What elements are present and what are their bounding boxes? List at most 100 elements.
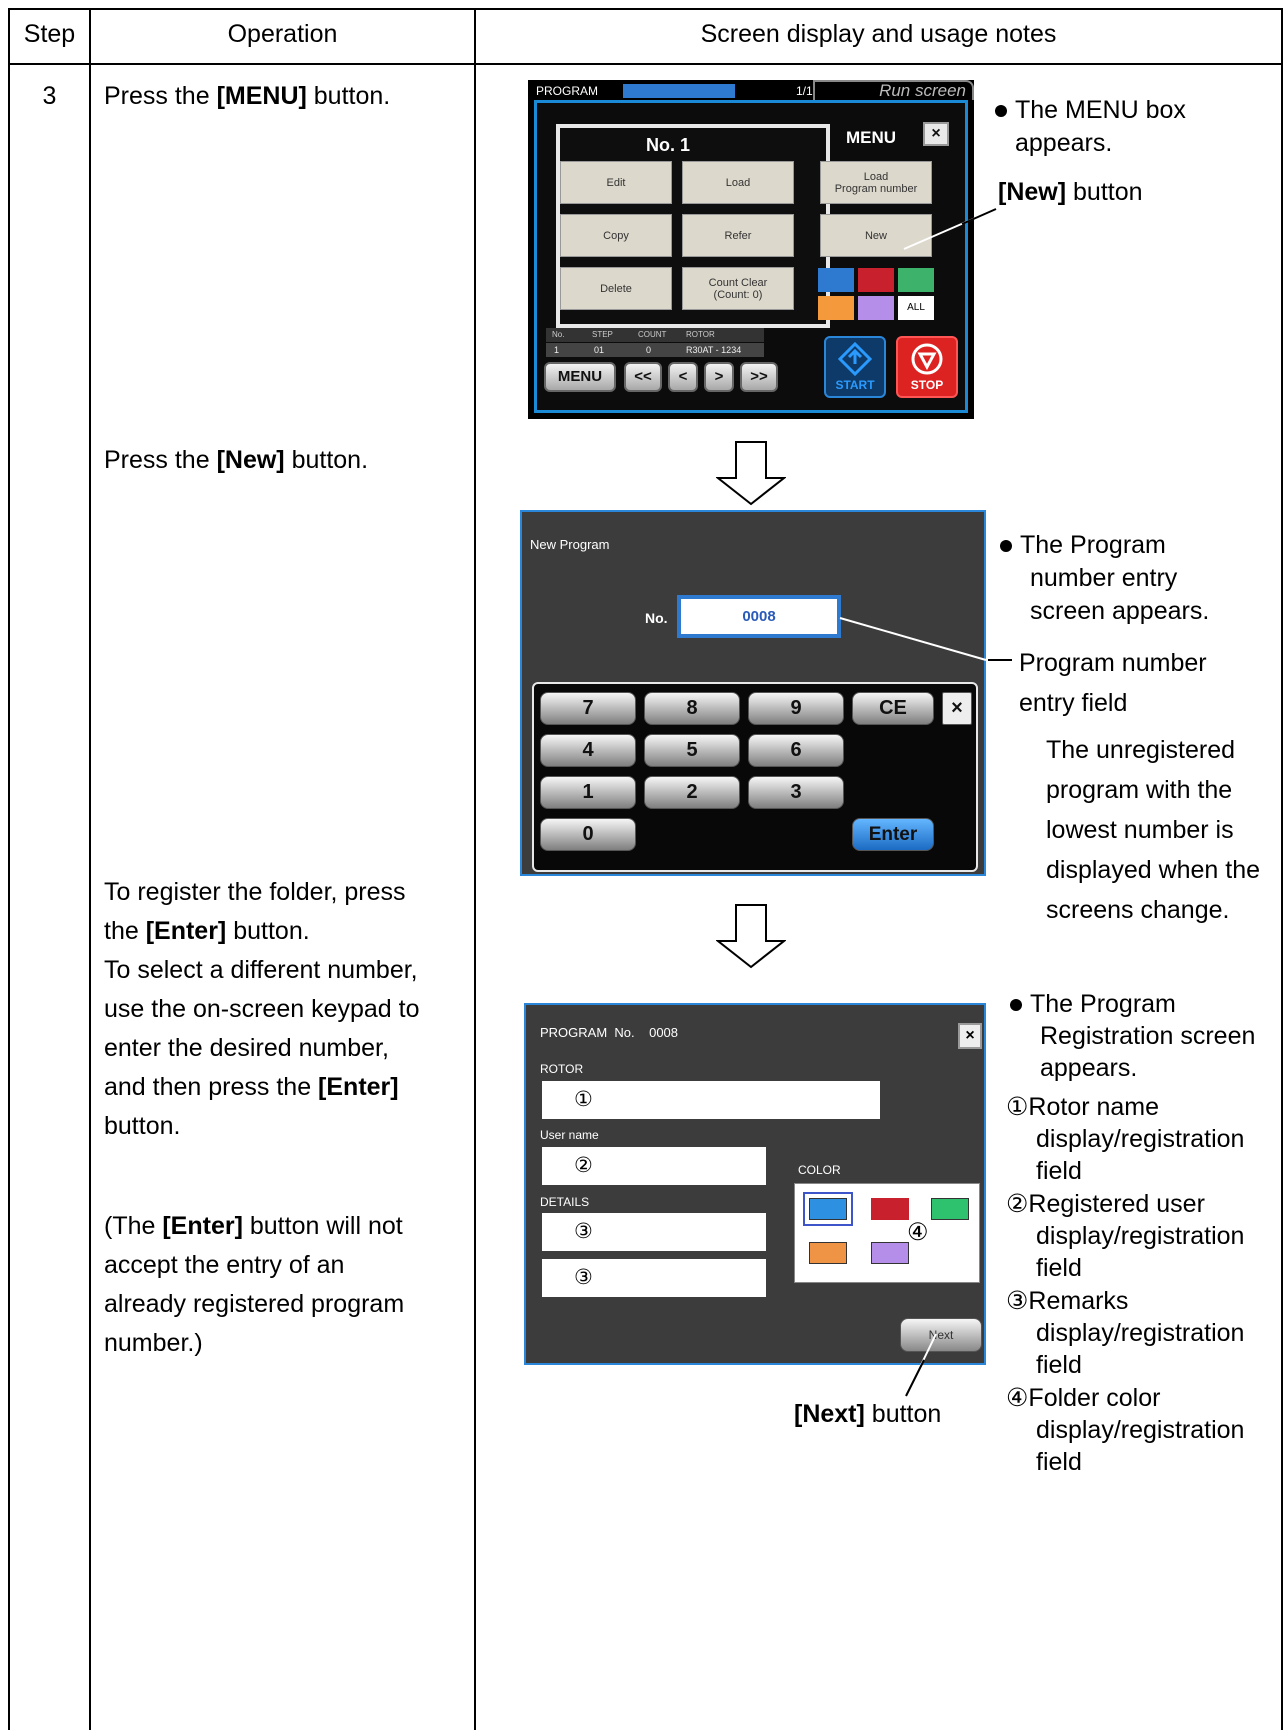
enter-button[interactable]: Enter bbox=[852, 818, 934, 851]
color-picker: ④ bbox=[794, 1183, 980, 1283]
stop-icon bbox=[911, 343, 943, 375]
legend-folder-color: ④Folder color display/registration field bbox=[1006, 1384, 1245, 1476]
program-registration-screen: PROGRAM No. 0008 × ROTOR ① User name ② D… bbox=[524, 1003, 986, 1365]
key-5[interactable]: 5 bbox=[644, 734, 740, 767]
key-8[interactable]: 8 bbox=[644, 692, 740, 725]
color-swatch-orange[interactable] bbox=[809, 1242, 847, 1264]
key-3[interactable]: 3 bbox=[748, 776, 844, 809]
program-progress-bar bbox=[623, 84, 735, 98]
operation-2: Press the [New] button. bbox=[104, 446, 369, 474]
menu-title: MENU bbox=[846, 128, 897, 147]
program-number-field[interactable]: 0008 bbox=[677, 595, 841, 638]
bullet-icon bbox=[995, 105, 1007, 118]
start-button[interactable]: START bbox=[824, 336, 886, 398]
load-button[interactable]: Load bbox=[682, 161, 794, 204]
key-1[interactable]: 1 bbox=[540, 776, 636, 809]
next-button-leader-line bbox=[905, 1333, 937, 1397]
close-icon[interactable]: × bbox=[923, 122, 949, 146]
note-menu-box: The MENU box appears. bbox=[995, 94, 1186, 160]
color-marker: ④ bbox=[907, 1219, 929, 1246]
legend-registered-user: ②Registered user display/registration fi… bbox=[1006, 1190, 1245, 1282]
color-swatch-green[interactable] bbox=[931, 1198, 969, 1220]
color-swatch-blue[interactable] bbox=[809, 1198, 847, 1220]
color-swatch-red[interactable] bbox=[871, 1198, 909, 1220]
table-col-divider-1 bbox=[89, 8, 91, 1730]
count-clear-button[interactable]: Count Clear (Count: 0) bbox=[682, 267, 794, 310]
keypad-close-icon[interactable]: × bbox=[942, 692, 972, 725]
program-number-title: No. 1 bbox=[646, 135, 691, 155]
info-header-row: No. STEP COUNT ROTOR bbox=[546, 328, 764, 342]
last-page-button[interactable]: >> bbox=[740, 362, 778, 392]
run-screen-tab[interactable]: Run screen bbox=[813, 80, 974, 100]
info-header-no: No. bbox=[552, 330, 565, 339]
new-button-callout: [New] button bbox=[998, 178, 1143, 206]
info-header-rotor: ROTOR bbox=[686, 330, 715, 339]
new-program-title: New Program bbox=[530, 537, 610, 552]
details-field-2[interactable]: ③ bbox=[542, 1259, 766, 1297]
load-program-number-button[interactable]: Load Program number bbox=[820, 161, 932, 204]
user-name-label: User name bbox=[540, 1128, 599, 1142]
info-header-step: STEP bbox=[592, 330, 613, 339]
close-icon[interactable]: × bbox=[958, 1023, 982, 1049]
key-0[interactable]: 0 bbox=[540, 818, 636, 851]
operation-1: Press the [MENU] button. bbox=[104, 82, 391, 110]
table-border-left bbox=[8, 8, 10, 1730]
next-button-callout: [Next] button bbox=[794, 1400, 942, 1428]
key-9[interactable]: 9 bbox=[748, 692, 844, 725]
start-icon bbox=[837, 341, 873, 377]
header-operation: Operation bbox=[227, 20, 338, 48]
stop-button[interactable]: STOP bbox=[896, 336, 958, 398]
info-value-step: 01 bbox=[594, 345, 605, 355]
program-number-label: No. bbox=[645, 610, 668, 626]
details-field-1[interactable]: ③ bbox=[542, 1213, 766, 1251]
step-number: 3 bbox=[42, 82, 57, 110]
info-value-rotor: R30AT - 1234 bbox=[686, 345, 742, 355]
color-swatch-purple[interactable] bbox=[871, 1242, 909, 1264]
registration-header: PROGRAM No. 0008 bbox=[540, 1025, 679, 1040]
color-swatch-all[interactable]: ALL bbox=[898, 296, 934, 320]
color-swatch-purple[interactable] bbox=[858, 296, 894, 320]
rotor-label: ROTOR bbox=[540, 1062, 584, 1076]
color-swatch-blue[interactable] bbox=[818, 268, 854, 292]
info-value-row: 1 01 0 R30AT - 1234 bbox=[546, 343, 764, 357]
key-2[interactable]: 2 bbox=[644, 776, 740, 809]
table-header-divider bbox=[8, 63, 1283, 65]
next-page-button[interactable]: > bbox=[704, 362, 734, 392]
table-border-right bbox=[1281, 8, 1283, 1730]
user-name-field[interactable]: ② bbox=[542, 1147, 766, 1185]
table-col-divider-2 bbox=[474, 8, 476, 1730]
new-button-leader-line bbox=[903, 208, 997, 250]
down-arrow-icon bbox=[716, 441, 786, 506]
header-step: Step bbox=[23, 20, 76, 48]
legend-remarks: ③Remarks display/registration field bbox=[1006, 1287, 1245, 1379]
new-program-screen: New Program No. 0008 7 8 9 CE × 4 5 6 1 … bbox=[520, 510, 986, 876]
program-header-label: PROGRAM bbox=[536, 84, 599, 98]
details-label: DETAILS bbox=[540, 1195, 590, 1209]
refer-button[interactable]: Refer bbox=[682, 214, 794, 257]
copy-button[interactable]: Copy bbox=[560, 214, 672, 257]
key-4[interactable]: 4 bbox=[540, 734, 636, 767]
key-7[interactable]: 7 bbox=[540, 692, 636, 725]
operation-4: (The [Enter] button will not accept the … bbox=[104, 1212, 405, 1357]
color-swatch-green[interactable] bbox=[898, 268, 934, 292]
field-leader-line bbox=[839, 617, 1012, 661]
info-value-no: 1 bbox=[554, 345, 560, 355]
first-page-button[interactable]: << bbox=[624, 362, 662, 392]
rotor-field[interactable]: ① bbox=[542, 1081, 880, 1119]
note-program-registration: The Program Registration screen appears. bbox=[1010, 988, 1255, 1084]
note-program-number-entry: The Program number entry screen appears. bbox=[1000, 529, 1209, 628]
table-border-top bbox=[8, 8, 1283, 10]
delete-button[interactable]: Delete bbox=[560, 267, 672, 310]
key-6[interactable]: 6 bbox=[748, 734, 844, 767]
key-ce[interactable]: CE bbox=[852, 692, 934, 725]
color-swatch-orange[interactable] bbox=[818, 296, 854, 320]
note-program-number-field: Program number entry field bbox=[1019, 649, 1207, 717]
edit-button[interactable]: Edit bbox=[560, 161, 672, 204]
menu-button[interactable]: MENU bbox=[544, 362, 616, 392]
color-label: COLOR bbox=[798, 1163, 841, 1177]
info-value-count: 0 bbox=[646, 345, 652, 355]
color-swatch-red[interactable] bbox=[858, 268, 894, 292]
start-label: START bbox=[835, 378, 875, 392]
bullet-icon bbox=[1000, 540, 1012, 553]
prev-page-button[interactable]: < bbox=[668, 362, 698, 392]
